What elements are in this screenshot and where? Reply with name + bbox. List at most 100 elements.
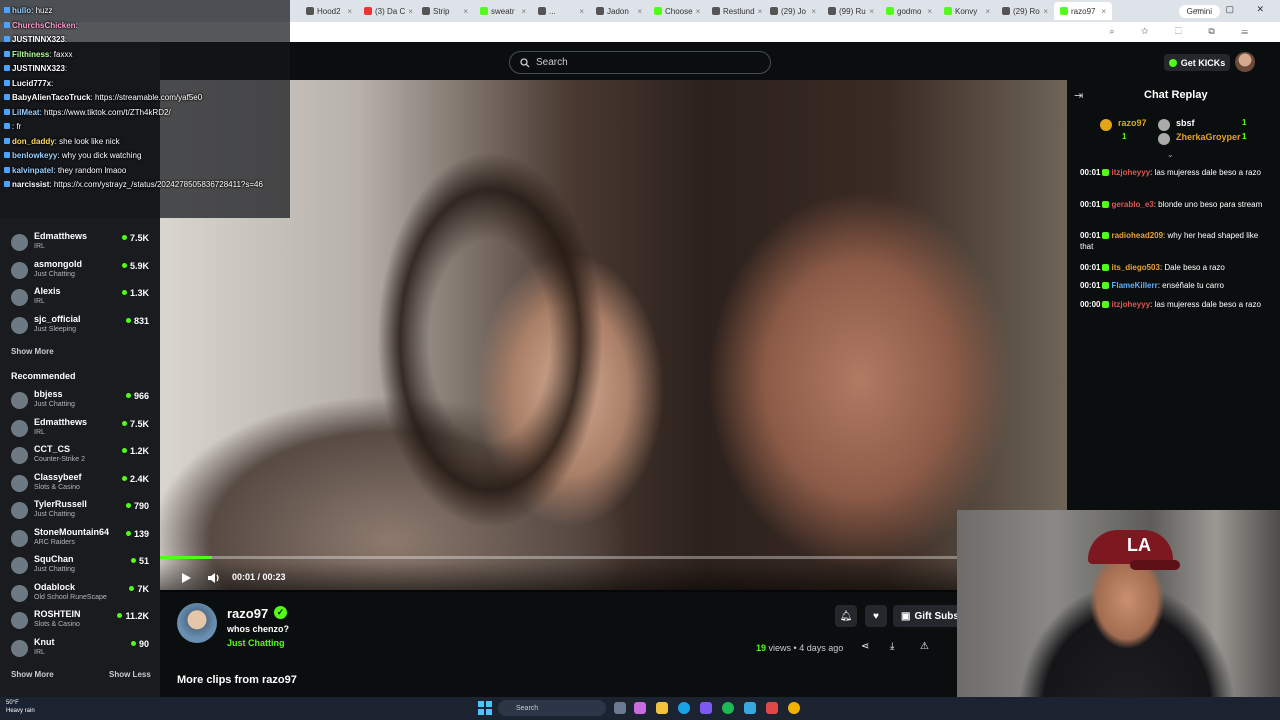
window-controls[interactable]: — ▢ ✕ [1194, 4, 1274, 15]
taskbar-search[interactable]: Search [498, 700, 606, 716]
chat-badge-icon [1102, 264, 1110, 271]
browser-tab[interactable]: razo97 × [1054, 2, 1112, 20]
download-icon[interactable]: ⤓ [890, 641, 894, 652]
search-input[interactable]: Search [509, 51, 771, 74]
gifter-name[interactable]: razo97 [1118, 118, 1147, 128]
gifter-name[interactable]: sbsf [1176, 118, 1195, 128]
streamer-name[interactable]: razo97 [227, 606, 268, 621]
overlay-chat-text: https://www.tiktok.com/t/ZTh4kRD2/ [44, 107, 171, 117]
chat-username[interactable]: its_diego503 [1111, 263, 1159, 272]
browser-tab[interactable]: sweatr × [474, 2, 532, 20]
channel-name: CCT_CS [34, 444, 71, 454]
chevron-down-icon[interactable]: ⌄ [1167, 150, 1174, 159]
sidebar-channel[interactable]: SquChan Just Chatting 51 [0, 552, 160, 579]
viewer-count: 7K [129, 584, 149, 594]
sidebar-channel[interactable]: bbjess Just Chatting 966 [0, 387, 160, 414]
overlay-chat-line: narcissist: https://x.com/ystrayz_/statu… [4, 180, 263, 189]
overlay-chat-text: https://x.com/ystrayz_/status/2024278505… [53, 180, 263, 189]
user-avatar[interactable] [1235, 52, 1255, 72]
browser-tab[interactable]: Jadon × [590, 2, 648, 20]
clip-category-link[interactable]: Just Chatting [227, 638, 285, 648]
sidebar-channel[interactable]: Alexis IRL 1.3K [0, 284, 160, 311]
sidebar-channel[interactable]: CCT_CS Counter-Strike 2 1.2K [0, 442, 160, 469]
sidebar-channel[interactable]: sjc_official Just Sleeping 831 [0, 312, 160, 339]
overlay-chat-text: she look like nick [59, 136, 120, 146]
sidebar-channel[interactable]: Odablock Old School RuneScape 7K [0, 580, 160, 607]
sidebar-channel[interactable]: asmongold Just Chatting 5.9K [0, 257, 160, 284]
file-explorer-icon[interactable] [656, 702, 668, 714]
video-seek-bar[interactable] [160, 556, 957, 559]
chat-username[interactable]: itzjoheyyy [1111, 168, 1150, 177]
browser-tab[interactable]: (29) Jo × [764, 2, 822, 20]
close-tab-icon[interactable]: × [696, 7, 701, 16]
chat-username[interactable]: gerablo_e3 [1111, 200, 1153, 209]
chat-username[interactable]: radiohead209 [1111, 231, 1163, 240]
close-tab-icon[interactable]: × [869, 7, 874, 16]
close-tab-icon[interactable]: × [1101, 7, 1106, 16]
browser-tab[interactable]: Hood2 × [300, 2, 358, 20]
volume-icon[interactable] [206, 570, 222, 586]
show-more-following-link[interactable]: Show More [11, 347, 54, 356]
notification-bell-button[interactable]: 🔔︎ [835, 605, 857, 627]
video-frame-detail [340, 80, 640, 590]
show-more-recommended-link[interactable]: Show More [11, 670, 54, 679]
browser-tab[interactable]: Restlund × [706, 2, 764, 20]
browser-tab[interactable]: Konvy × [938, 2, 996, 20]
streamer-avatar[interactable] [177, 603, 217, 643]
close-tab-icon[interactable]: × [811, 7, 816, 16]
sidebar-channel[interactable]: TylerRussell Just Chatting 790 [0, 497, 160, 524]
copilot-icon[interactable] [634, 702, 646, 714]
show-less-link[interactable]: Show Less [109, 670, 151, 679]
task-view-icon[interactable] [614, 702, 626, 714]
sidebar-channel[interactable]: Classybeef Slots & Casino 2.4K [0, 470, 160, 497]
get-kicks-button[interactable]: Get KICKs [1164, 54, 1230, 71]
sidebar-channel[interactable]: Knut IRL 90 [0, 635, 160, 662]
obs-icon[interactable] [766, 702, 778, 714]
chrome-icon[interactable] [788, 702, 800, 714]
browser-tab-label: Strip [433, 6, 450, 16]
windows-start-icon[interactable] [478, 701, 492, 715]
share-icon[interactable]: ⋖ [861, 641, 869, 652]
play-icon[interactable] [178, 570, 194, 586]
collapse-chat-icon[interactable]: ⇥ [1074, 89, 1083, 102]
follow-heart-button[interactable]: ♥ [865, 605, 887, 627]
close-tab-icon[interactable]: × [347, 7, 352, 16]
spotify-icon[interactable] [722, 702, 734, 714]
browser-tab[interactable]: Strip × [416, 2, 474, 20]
browser-toolbar-icons[interactable]: ⌕ ☆ ⬚ ⧉ ☰ [1110, 26, 1261, 37]
close-tab-icon[interactable]: × [463, 7, 468, 16]
close-tab-icon[interactable]: × [408, 7, 413, 16]
browser-tab[interactable]: Choose × [648, 2, 706, 20]
overlay-chat-user: JUSTINNX323 [12, 64, 65, 73]
close-tab-icon[interactable]: × [521, 7, 526, 16]
browser-tab[interactable]: godmo × [880, 2, 938, 20]
discord-icon[interactable] [700, 702, 712, 714]
close-tab-icon[interactable]: × [579, 7, 584, 16]
browser-tab-label: Hood2 [317, 6, 341, 16]
chat-username[interactable]: itzjoheyyy [1111, 300, 1150, 309]
webcam-cap-brim [1130, 560, 1180, 570]
browser-tab[interactable]: ... × [532, 2, 590, 20]
edge-icon[interactable] [678, 702, 690, 714]
browser-tab[interactable]: (99) Ru × [822, 2, 880, 20]
gifter-name[interactable]: ZherkaGroyper [1176, 132, 1241, 142]
sidebar-channel[interactable]: Edmatthews IRL 7.5K [0, 229, 160, 256]
browser-tab[interactable]: (29) Ro × [996, 2, 1054, 20]
close-tab-icon[interactable]: × [985, 7, 990, 16]
weather-widget[interactable]: 50°F Heavy rain [6, 699, 35, 715]
chat-username[interactable]: FlameKillerr [1111, 281, 1157, 290]
overlay-chat-user: hullo [12, 6, 32, 15]
close-tab-icon[interactable]: × [758, 7, 763, 16]
close-tab-icon[interactable]: × [1043, 7, 1048, 16]
clip-views: 19 views • 4 days ago [756, 643, 843, 653]
close-tab-icon[interactable]: × [927, 7, 932, 16]
sidebar-channel[interactable]: StoneMountain64 ARC Raiders 139 [0, 525, 160, 552]
overlay-chat-line: Lucid777x: [4, 79, 53, 88]
notepad-icon[interactable] [744, 702, 756, 714]
close-tab-icon[interactable]: × [637, 7, 642, 16]
browser-tab[interactable]: (3) Da C × [358, 2, 416, 20]
sidebar-channel[interactable]: Edmatthews IRL 7.5K [0, 415, 160, 442]
gift-subs-button[interactable]: ▣ Gift Subs [893, 605, 959, 627]
report-icon[interactable]: ⚠ [920, 641, 929, 652]
sidebar-channel[interactable]: ROSHTEIN Slots & Casino 11.2K [0, 607, 160, 634]
